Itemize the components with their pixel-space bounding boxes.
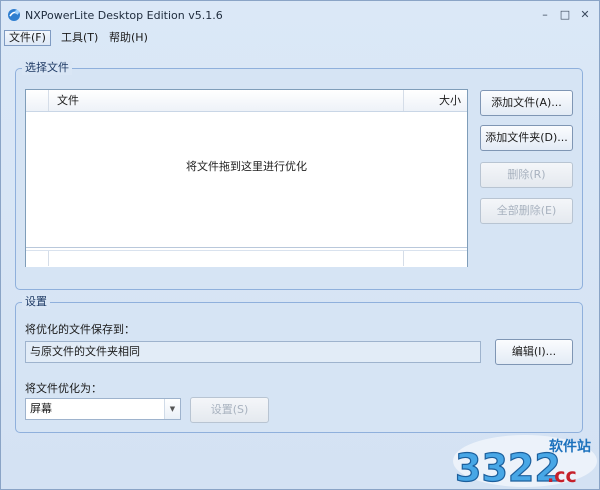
column-header-size[interactable]: 大小 [404,90,467,111]
watermark-main: 3322 [455,446,561,489]
file-list-header: 文件 大小 [26,90,467,112]
watermark-caption: 软件站 [549,438,591,455]
column-header-file[interactable]: 文件 [49,90,404,111]
app-logo-icon [8,9,20,21]
optimize-for-select[interactable]: 屏幕 ▼ [25,398,181,420]
drop-hint: 将文件拖到这里进行优化 [186,160,307,173]
minimize-button[interactable]: – [536,6,554,24]
app-window: NXPowerLite Desktop Edition v5.1.6 – □ ✕… [0,0,600,490]
footer-cell-file [49,251,404,266]
optimize-for-label: 将文件优化为： [25,382,102,395]
delete-all-button[interactable]: 全部删除(E) [480,198,573,224]
maximize-button[interactable]: □ [556,6,574,24]
close-button[interactable]: ✕ [576,6,594,24]
settings-group-label: 设置 [22,295,50,309]
file-list-header-spacer [26,90,49,111]
menu-bar: 文件(F) 工具(T) 帮助(H) [1,29,599,47]
footer-cell-spacer [26,251,49,266]
menu-tools[interactable]: 工具(T) [57,30,102,46]
settings-button[interactable]: 设置(S) [190,397,269,423]
select-files-group-label: 选择文件 [22,61,72,75]
save-to-label: 将优化的文件保存到： [25,323,135,336]
add-file-button[interactable]: 添加文件(A)... [480,90,573,116]
file-list[interactable]: 文件 大小 将文件拖到这里进行优化 [25,89,468,267]
delete-button[interactable]: 删除(R) [480,162,573,188]
save-to-field[interactable]: 与原文件的文件夹相同 [25,341,481,363]
optimize-for-value: 屏幕 [30,402,52,415]
title-bar: NXPowerLite Desktop Edition v5.1.6 – □ ✕ [1,1,599,29]
watermark-suffix: .cc [547,465,577,487]
window-title: NXPowerLite Desktop Edition v5.1.6 [25,9,223,22]
file-list-footer [26,247,467,267]
edit-button[interactable]: 编辑(I)... [495,339,573,365]
watermark-logo: 3322 .cc 软件站 [453,435,597,489]
chevron-down-icon[interactable]: ▼ [164,399,180,419]
add-folder-button[interactable]: 添加文件夹(D)... [480,125,573,151]
menu-help[interactable]: 帮助(H) [105,30,152,46]
menu-file[interactable]: 文件(F) [4,30,51,46]
